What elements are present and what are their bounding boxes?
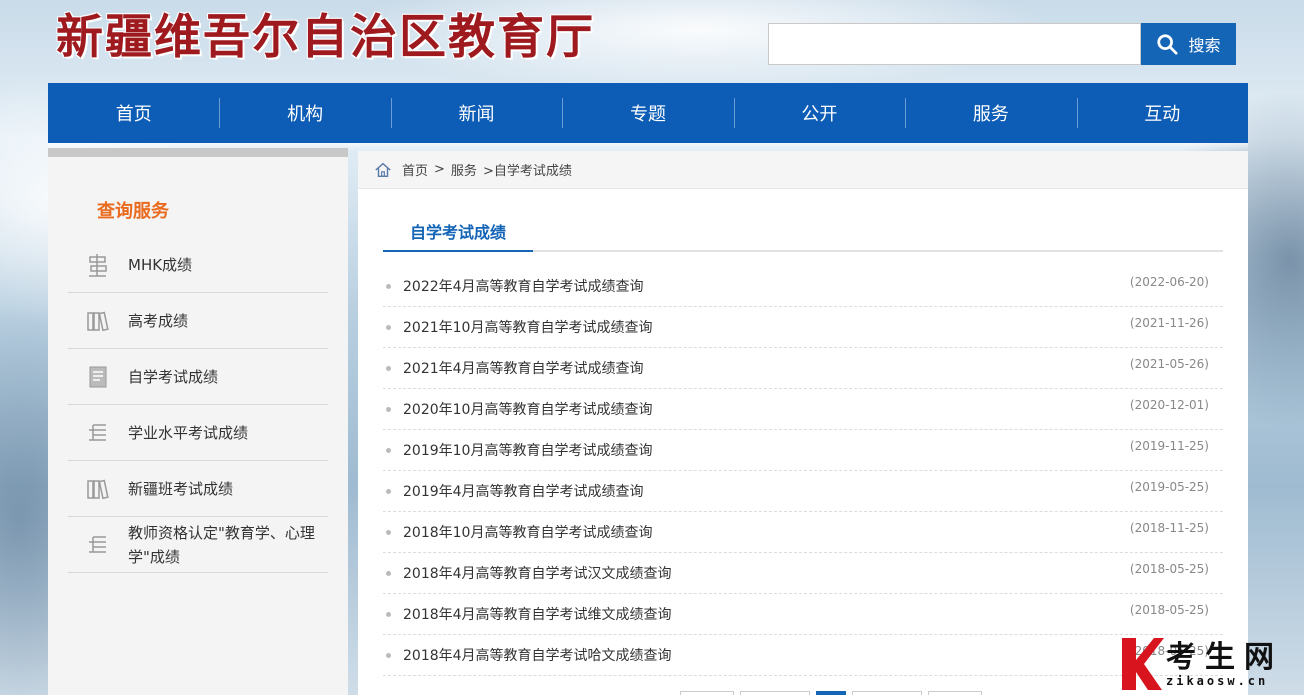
bullet-dot xyxy=(386,447,391,453)
bullet-dot xyxy=(386,652,391,658)
search-icon xyxy=(1157,34,1179,55)
search-input[interactable] xyxy=(768,23,1141,65)
pagination-last-button[interactable] xyxy=(928,691,982,695)
sidebar-item-label: 教师资格认定"教育学、心理学"成绩 xyxy=(128,523,315,566)
sidebar-item-label: MHK成绩 xyxy=(128,255,193,274)
k-logo-icon xyxy=(1122,638,1164,690)
pagination xyxy=(680,691,982,695)
article-date: (2022-06-20) xyxy=(1129,275,1209,289)
bullet-dot xyxy=(386,406,391,412)
breadcrumb-current: >自学考试成绩 xyxy=(482,164,572,179)
list-item[interactable]: 2018年10月高等教育自学考试成绩查询 (2018-11-25) xyxy=(383,512,1223,553)
article-title[interactable]: 2018年4月高等教育自学考试维文成绩查询 xyxy=(403,604,672,624)
list-item[interactable]: 2018年4月高等教育自学考试维文成绩查询 (2018-05-25) xyxy=(383,594,1223,635)
article-title[interactable]: 2021年10月高等教育自学考试成绩查询 xyxy=(403,317,652,337)
article-title[interactable]: 2018年10月高等教育自学考试成绩查询 xyxy=(403,522,652,542)
main-content: 首页 > 服务 >自学考试成绩 自学考试成绩 2022年4月高等教育自学考试成绩… xyxy=(358,151,1248,695)
sidebar-item-teacher-qualification[interactable]: 教师资格认定"教育学、心理学"成绩 xyxy=(68,517,328,573)
watermark-url: zikaosw.cn xyxy=(1166,674,1269,688)
article-title[interactable]: 2020年10月高等教育自学考试成绩查询 xyxy=(403,399,652,419)
watermark-text: 考生网 xyxy=(1166,640,1283,675)
books-icon xyxy=(68,476,128,502)
watermark-logo: 考生网 zikaosw.cn xyxy=(1118,632,1304,695)
article-title[interactable]: 2018年4月高等教育自学考试汉文成绩查询 xyxy=(403,563,672,583)
search-button[interactable]: 搜索 xyxy=(1141,23,1236,65)
sidebar-item-label: 高考成绩 xyxy=(128,311,189,330)
sidebar-item-label: 学业水平考试成绩 xyxy=(128,423,249,442)
article-title[interactable]: 2019年4月高等教育自学考试成绩查询 xyxy=(403,481,644,501)
sidebar-list: MHK成绩 高考成绩 自学考试成绩 学业水平考试成绩 新疆班考试成绩 教师资格认… xyxy=(68,237,328,573)
tab-self-study-scores[interactable]: 自学考试成绩 xyxy=(383,211,533,252)
article-list: 2022年4月高等教育自学考试成绩查询 (2022-06-20) 2021年10月… xyxy=(383,266,1223,676)
article-date: (2018-05-25) xyxy=(1129,562,1209,576)
sidebar: 查询服务 MHK成绩 高考成绩 自学考试成绩 学业水平考试成绩 新疆班考试成绩 … xyxy=(48,148,348,695)
site-logo[interactable]: 新疆维吾尔自治区教育厅 xyxy=(56,8,595,68)
pagination-page-1[interactable] xyxy=(816,691,846,695)
search-button-label: 搜索 xyxy=(1188,36,1221,55)
bullet-dot xyxy=(386,283,391,289)
list-item[interactable]: 2021年4月高等教育自学考试成绩查询 (2021-05-26) xyxy=(383,348,1223,389)
list-item[interactable]: 2019年4月高等教育自学考试成绩查询 (2019-05-25) xyxy=(383,471,1223,512)
sidebar-item-label: 新疆班考试成绩 xyxy=(128,479,234,498)
list-item[interactable]: 2020年10月高等教育自学考试成绩查询 (2020-12-01) xyxy=(383,389,1223,430)
bullet-dot xyxy=(386,570,391,576)
article-date: (2021-05-26) xyxy=(1129,357,1209,371)
nav-item-home[interactable]: 首页 xyxy=(48,83,219,143)
bullet-dot xyxy=(386,324,391,330)
tab-bar: 自学考试成绩 xyxy=(383,211,1223,252)
sidebar-title: 查询服务 xyxy=(97,201,169,222)
article-date: (2020-12-01) xyxy=(1129,398,1209,412)
article-date: (2019-05-25) xyxy=(1129,480,1209,494)
list-item[interactable]: 2018年4月高等教育自学考试哈文成绩查询 (2018-05-25) xyxy=(383,635,1223,676)
signpost-icon xyxy=(68,252,128,278)
pagination-first-button[interactable] xyxy=(680,691,734,695)
list-item[interactable]: 2018年4月高等教育自学考试汉文成绩查询 (2018-05-25) xyxy=(383,553,1223,594)
nav-item-organization[interactable]: 机构 xyxy=(219,83,390,143)
list-icon xyxy=(68,532,128,558)
sidebar-item-gaokao[interactable]: 高考成绩 xyxy=(68,293,328,349)
sidebar-item-xinjiang-class[interactable]: 新疆班考试成绩 xyxy=(68,461,328,517)
nav-item-news[interactable]: 新闻 xyxy=(390,83,562,143)
books-icon xyxy=(68,308,128,334)
bullet-dot xyxy=(386,529,391,535)
bullet-dot xyxy=(386,611,391,617)
article-date: (2021-11-26) xyxy=(1129,316,1209,330)
main-nav: 首页 机构 新闻 专题 公开 服务 互动 xyxy=(48,83,1248,143)
document-icon xyxy=(68,364,128,390)
pagination-next-button[interactable] xyxy=(852,691,922,695)
pagination-prev-button[interactable] xyxy=(740,691,810,695)
bullet-dot xyxy=(386,488,391,494)
article-date: (2018-05-25) xyxy=(1129,603,1209,617)
nav-item-topics[interactable]: 专题 xyxy=(562,83,733,143)
breadcrumb: 首页 > 服务 >自学考试成绩 xyxy=(358,151,1248,189)
article-title[interactable]: 2022年4月高等教育自学考试成绩查询 xyxy=(403,276,644,296)
nav-item-public[interactable]: 公开 xyxy=(733,83,905,143)
sidebar-item-label: 自学考试成绩 xyxy=(128,367,219,386)
nav-item-services[interactable]: 服务 xyxy=(905,83,1076,143)
breadcrumb-services[interactable]: 服务 xyxy=(451,160,477,179)
sidebar-item-mhk[interactable]: MHK成绩 xyxy=(68,237,328,293)
sidebar-item-academic-level[interactable]: 学业水平考试成绩 xyxy=(68,405,328,461)
sidebar-item-self-study[interactable]: 自学考试成绩 xyxy=(68,349,328,405)
list-item[interactable]: 2019年10月高等教育自学考试成绩查询 (2019-11-25) xyxy=(383,430,1223,471)
article-date: (2019-11-25) xyxy=(1129,439,1209,453)
breadcrumb-separator: > xyxy=(434,162,445,177)
list-item[interactable]: 2022年4月高等教育自学考试成绩查询 (2022-06-20) xyxy=(383,266,1223,307)
breadcrumb-home[interactable]: 首页 xyxy=(402,160,428,179)
article-title[interactable]: 2019年10月高等教育自学考试成绩查询 xyxy=(403,440,652,460)
nav-item-interaction[interactable]: 互动 xyxy=(1076,83,1248,143)
bullet-dot xyxy=(386,365,391,371)
list-item[interactable]: 2021年10月高等教育自学考试成绩查询 (2021-11-26) xyxy=(383,307,1223,348)
article-title[interactable]: 2018年4月高等教育自学考试哈文成绩查询 xyxy=(403,645,672,665)
article-title[interactable]: 2021年4月高等教育自学考试成绩查询 xyxy=(403,358,644,378)
home-icon xyxy=(375,162,391,177)
article-date: (2018-11-25) xyxy=(1129,521,1209,535)
list-icon xyxy=(68,420,128,446)
